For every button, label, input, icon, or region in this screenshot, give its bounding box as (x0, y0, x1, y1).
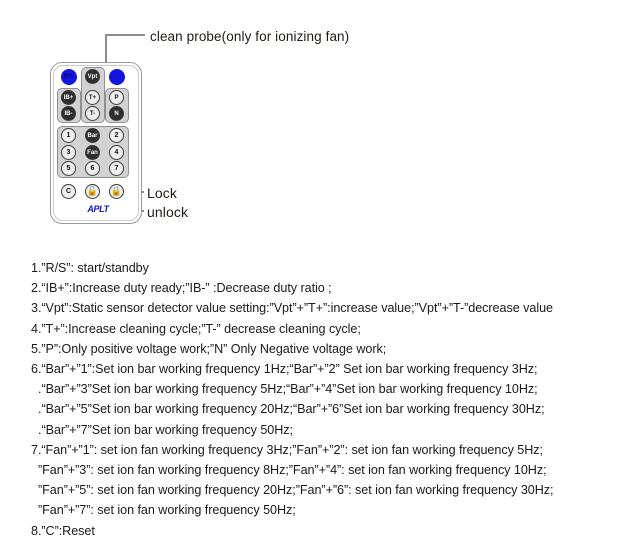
instruction-line: 1.”R/S”: start/standby (31, 261, 149, 275)
brand-logo: APLT (87, 204, 109, 214)
button-2[interactable]: 2 (109, 128, 124, 143)
instruction-line: .“Bar”+”7”Set ion bar working frequency … (38, 422, 293, 437)
lock-icon: 🔒 (110, 186, 123, 196)
button-t-minus-label: T- (89, 110, 96, 117)
unlock-icon: 🔓 (86, 186, 99, 196)
instruction-line: .“Bar”+”3”Set ion bar working frequency … (38, 382, 538, 397)
button-fan[interactable]: Fan (85, 145, 100, 160)
button-6-label: 6 (90, 165, 95, 172)
button-lock[interactable]: 🔒 (109, 184, 124, 199)
button-t-plus-label: T+ (88, 94, 97, 101)
button-7-label: 7 (114, 165, 119, 172)
button-5-label: 5 (66, 165, 71, 172)
clean-probe-leader-horizontal (105, 34, 145, 36)
button-bar[interactable]: Bar (85, 128, 100, 143)
instruction-line: .“Bar”+”5”Set ion bar working frequency … (38, 402, 545, 417)
instruction-line: ”Fan”+”5”: set ion fan working frequency… (38, 483, 554, 498)
button-6[interactable]: 6 (85, 161, 100, 176)
button-unlock[interactable]: 🔓 (85, 184, 100, 199)
button-5[interactable]: 5 (61, 161, 76, 176)
button-c-reset[interactable]: C (61, 184, 76, 199)
instruction-line: ”Fan”+”7”: set ion fan working frequency… (38, 503, 296, 518)
button-1-label: 1 (66, 132, 71, 139)
button-4[interactable]: 4 (109, 145, 124, 160)
callout-clean-probe: clean probe(only for ionizing fan) (150, 29, 350, 44)
callout-lock: Lock (147, 185, 177, 201)
button-bar-label: Bar (87, 132, 98, 139)
callout-unlock: unlock (147, 204, 189, 220)
button-ib-minus[interactable]: IB- (61, 106, 76, 121)
instruction-line: ”Fan”+”3”: set ion fan working frequency… (38, 463, 547, 478)
button-p-label: P (114, 94, 119, 101)
instruction-line: 7.“Fan”+”1”: set ion fan working frequen… (31, 442, 543, 457)
button-vpt-label: Vpt (87, 73, 98, 80)
button-3-label: 3 (66, 149, 71, 156)
remote-control-illustration: clean probe(only for ionizing fan) Lock … (0, 0, 618, 250)
instruction-line: 4.”T+”:Increase cleaning cycle;”T-” decr… (31, 321, 361, 336)
button-1[interactable]: 1 (61, 128, 76, 143)
button-t-minus[interactable]: T- (85, 106, 100, 121)
button-ib-plus[interactable]: IB+ (61, 90, 76, 105)
button-ib-plus-label: IB+ (63, 94, 74, 101)
button-3[interactable]: 3 (61, 145, 76, 160)
button-vpt[interactable]: Vpt (85, 69, 100, 84)
button-n-label: N (114, 110, 119, 117)
button-rs-label: R/S (63, 74, 74, 80)
instruction-line: 3.“Vpt”:Static sensor detector value set… (31, 301, 553, 316)
button-4-label: 4 (114, 149, 119, 156)
button-c-label: C (65, 188, 72, 195)
button-fan-label: Fan (87, 149, 98, 156)
button-p[interactable]: P (109, 90, 124, 105)
instruction-list: 1.”R/S”: start/standby 2.“IB+”:Increase d… (31, 258, 607, 541)
button-7[interactable]: 7 (109, 161, 124, 176)
button-ib-minus-label: IB- (64, 110, 73, 117)
instruction-line: 6.“Bar”+”1”:Set ion bar working frequenc… (31, 362, 538, 377)
button-t-plus[interactable]: T+ (85, 90, 100, 105)
instruction-line: 8.”C”:Reset (31, 523, 95, 538)
button-rs[interactable]: R/S (61, 69, 77, 85)
button-power[interactable] (109, 69, 125, 85)
instruction-line: 2.“IB+”:Increase duty ready;”IB-” :Decre… (31, 281, 332, 296)
button-2-label: 2 (114, 132, 119, 139)
button-n[interactable]: N (109, 106, 124, 121)
instruction-line: 5.”P”:Only positive voltage work;”N” Onl… (31, 341, 387, 356)
